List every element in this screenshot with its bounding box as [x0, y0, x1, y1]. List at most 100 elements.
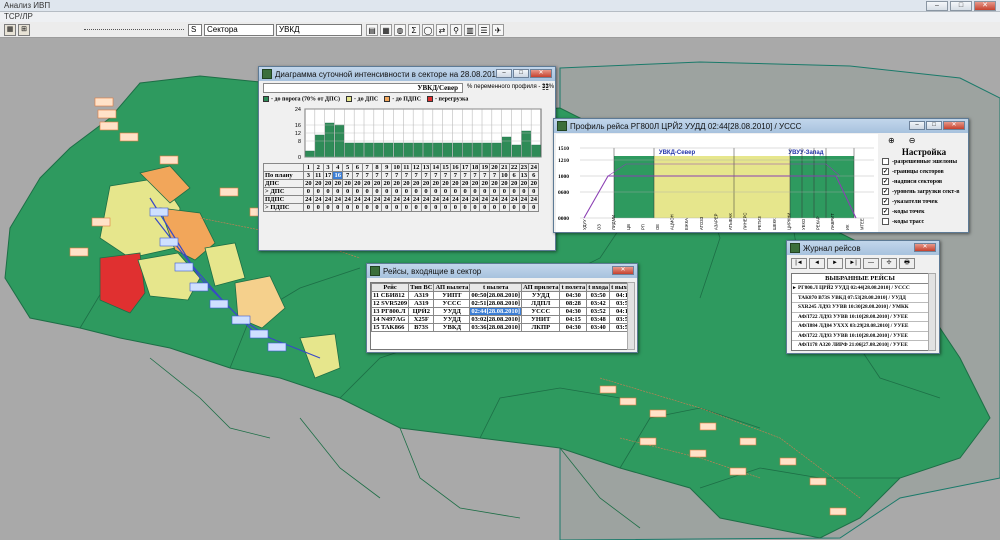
table-cell[interactable]: 20: [479, 179, 491, 188]
settings-option[interactable]: -разрешенные эшелоны: [882, 157, 968, 167]
table-cell[interactable]: 0: [528, 203, 540, 212]
table-cell[interactable]: 13: [518, 171, 530, 180]
table-cell[interactable]: 0: [489, 203, 500, 212]
journal-row[interactable]: АФЛ722 ЛД93 УУВВ 10:10[28.08.2010] / УУЕ…: [792, 332, 928, 341]
table-cell[interactable]: 7: [410, 171, 422, 180]
settings-option[interactable]: ✓ -коды точек: [882, 207, 968, 217]
table-cell[interactable]: 0: [518, 203, 530, 212]
journal-scrollbar[interactable]: [928, 273, 936, 351]
column-header[interactable]: t вылета: [469, 283, 523, 292]
list-icon[interactable]: ☰: [478, 24, 490, 36]
journal-window-titlebar[interactable]: Журнал рейсов ✕: [787, 241, 939, 255]
table-cell[interactable]: 0: [469, 187, 481, 196]
table-cell[interactable]: 16: [332, 171, 344, 180]
journal-row[interactable]: ТАК870 B73S УВКД 07:53[28.08.2010] / УУД…: [792, 294, 928, 303]
table-cell[interactable]: 24: [351, 195, 363, 204]
table-row[interactable]: 12 SVR5209 A319 УССС 02:51[28.08.2010] ЛДПЛ 0…: [371, 299, 627, 308]
table-cell[interactable]: 24: [449, 195, 461, 204]
table-cell[interactable]: 0: [400, 203, 412, 212]
table-cell[interactable]: 20: [371, 179, 383, 188]
table-cell[interactable]: 0: [351, 187, 363, 196]
table-cell[interactable]: 24: [410, 195, 422, 204]
column-header[interactable]: АП прилета: [521, 283, 561, 292]
last-record-icon[interactable]: ►|: [845, 258, 861, 269]
close-button[interactable]: ✕: [914, 243, 936, 252]
table-cell[interactable]: 24: [479, 195, 491, 204]
table-cell[interactable]: 0: [410, 203, 422, 212]
table-cell[interactable]: 7: [459, 171, 471, 180]
table-cell[interactable]: 20: [361, 179, 373, 188]
table-cell[interactable]: 0: [508, 203, 520, 212]
table-cell[interactable]: 0: [332, 187, 344, 196]
sheet-icon[interactable]: ▤: [366, 24, 378, 36]
table-cell[interactable]: 24: [498, 195, 510, 204]
table-row[interactable]: 13 РГ800.Л ЦРЙ2 УУДД 02:44[28.08.2010] УССС 0…: [371, 307, 627, 316]
journal-row[interactable]: SXR245 ЛД93 УУВВ 10:30[28.08.2010] / УМК…: [792, 303, 928, 313]
table-cell[interactable]: 7: [479, 171, 491, 180]
daily-window-titlebar[interactable]: Диаграмма суточной интенсивности в секто…: [259, 67, 555, 81]
journal-row[interactable]: АФЛ178 A320 ЛИРФ 21:06[27.08.2010] / УУЕ…: [792, 341, 928, 350]
table-cell[interactable]: 0: [322, 187, 334, 196]
table-cell[interactable]: 6: [528, 171, 540, 180]
table-cell[interactable]: 24: [508, 195, 520, 204]
journal-row[interactable]: АФЛ722 ЛД93 УУВВ 10:10[28.08.2010] / УУЕ…: [792, 313, 928, 322]
table-cell[interactable]: 20: [508, 179, 520, 188]
checkbox-unchecked[interactable]: [882, 218, 889, 226]
table-cell[interactable]: 0: [361, 203, 373, 212]
table-cell[interactable]: 0: [342, 187, 353, 196]
maximize-button[interactable]: □: [950, 1, 972, 11]
column-header[interactable]: АП вылета: [433, 283, 471, 292]
close-button[interactable]: ✕: [612, 266, 634, 275]
table-cell[interactable]: 7: [361, 171, 373, 180]
table-cell[interactable]: 0: [312, 187, 324, 196]
minimize-button[interactable]: –: [926, 1, 948, 11]
table-cell[interactable]: 6: [508, 171, 520, 180]
table-cell[interactable]: 0: [449, 187, 461, 196]
table-cell[interactable]: 20: [489, 179, 500, 188]
maximize-button[interactable]: □: [926, 121, 942, 130]
table-icon[interactable]: ▦: [380, 24, 392, 36]
daily-intensity-window[interactable]: Диаграмма суточной интенсивности в секто…: [258, 66, 556, 251]
table-cell[interactable]: 0: [479, 187, 491, 196]
flow-icon[interactable]: ⇄: [436, 24, 448, 36]
table-cell[interactable]: 20: [518, 179, 530, 188]
table-cell[interactable]: 0: [459, 203, 471, 212]
column-header[interactable]: t выхода: [609, 283, 627, 292]
table-cell[interactable]: 20: [469, 179, 481, 188]
menu-item-tsr[interactable]: ТСР/ЛР: [4, 12, 33, 21]
table-cell[interactable]: 7: [489, 171, 500, 180]
settings-option[interactable]: ✓ -указатели точек: [882, 197, 968, 207]
binoculars-icon[interactable]: ⚲: [450, 24, 462, 36]
checkbox-checked[interactable]: ✓: [882, 188, 889, 196]
close-button[interactable]: ✕: [974, 1, 996, 11]
table-cell[interactable]: 11: [312, 171, 324, 180]
first-record-icon[interactable]: |◄: [791, 258, 807, 269]
table-row[interactable]: 11 СБИ812 A319 УИПТ 00:50[28.08.2010] УУДД 04…: [371, 291, 627, 300]
flights-scrollbar[interactable]: [627, 282, 635, 350]
table-cell[interactable]: 20: [391, 179, 402, 188]
settings-option[interactable]: -коды трасс: [882, 217, 968, 227]
checkbox-unchecked[interactable]: [882, 158, 889, 166]
flights-window-titlebar[interactable]: Рейсы, входящие в сектор ✕: [367, 264, 637, 278]
table-cell[interactable]: 0: [489, 187, 500, 196]
table-cell[interactable]: 7: [449, 171, 461, 180]
column-header[interactable]: Тип ВС: [408, 283, 435, 292]
zoom-in-icon[interactable]: ⊕: [888, 136, 895, 145]
prev-record-icon[interactable]: ◄: [809, 258, 825, 269]
table-cell[interactable]: 20: [410, 179, 422, 188]
profile-window-titlebar[interactable]: Профиль рейса РГ800Л ЦРЙ2 УУДД 02:44[28.…: [554, 119, 968, 133]
minimize-button[interactable]: –: [496, 69, 512, 78]
table-cell[interactable]: 20: [440, 179, 451, 188]
table-cell[interactable]: 0: [498, 187, 510, 196]
table-cell[interactable]: 20: [420, 179, 432, 188]
table-cell[interactable]: 24: [518, 195, 530, 204]
table-cell[interactable]: 0: [361, 187, 373, 196]
sector-kind-select[interactable]: Сектора: [204, 24, 274, 36]
flight-profile-window[interactable]: Профиль рейса РГ800Л ЦРЙ2 УУДД 02:44[28.…: [553, 118, 969, 233]
circle-icon[interactable]: ◯: [422, 24, 434, 36]
table-cell[interactable]: 0: [440, 203, 451, 212]
table-cell[interactable]: 7: [371, 171, 383, 180]
settings-option[interactable]: ✓ -надписи секторов: [882, 177, 968, 187]
table-cell[interactable]: 20: [322, 179, 334, 188]
journal-row[interactable]: АФЛ884 ЛД84 УХХХ 03:29[28.08.2010] / УУЕ…: [792, 322, 928, 332]
